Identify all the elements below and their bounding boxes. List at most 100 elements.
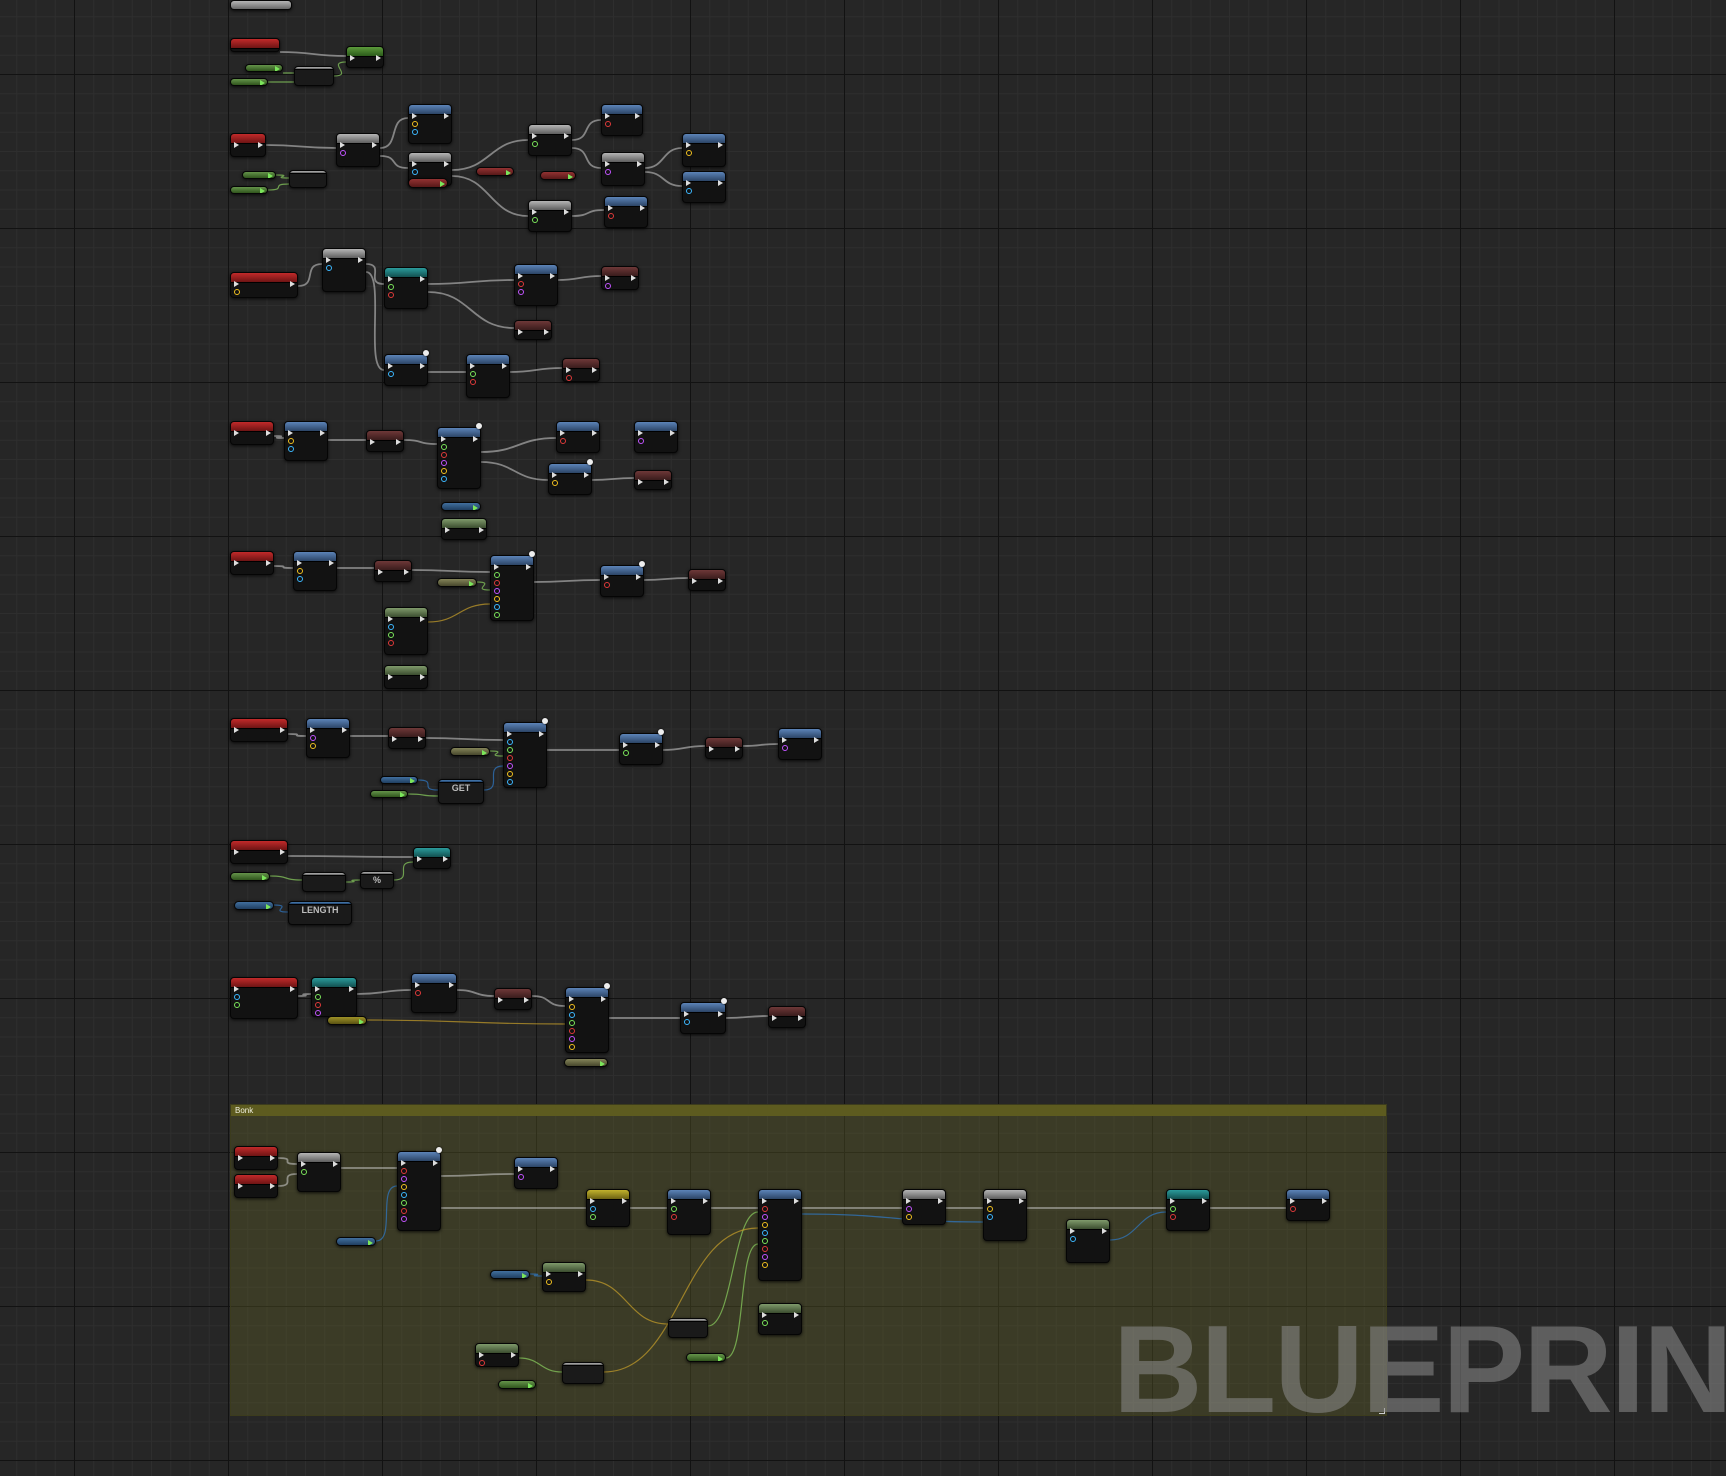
set-variable-node[interactable]: [562, 358, 600, 382]
data-pin-icon[interactable]: [315, 1010, 321, 1016]
data-pin-icon[interactable]: [590, 1206, 596, 1212]
exec-pin-out-icon[interactable]: [511, 1352, 516, 1358]
exec-pin-in-icon[interactable]: [388, 276, 393, 282]
exec-pin-in-icon[interactable]: [470, 363, 475, 369]
exec-pin-in-icon[interactable]: [479, 1352, 484, 1358]
exec-pin-in-icon[interactable]: [350, 55, 355, 61]
exec-pin-out-icon[interactable]: [544, 329, 549, 335]
data-pin-icon[interactable]: [762, 1230, 768, 1236]
exec-pin-out-icon[interactable]: [270, 1183, 275, 1189]
event-node[interactable]: [230, 133, 266, 157]
data-pin-icon[interactable]: [388, 284, 394, 290]
function-node[interactable]: [542, 1262, 586, 1292]
data-pin-icon[interactable]: [441, 476, 447, 482]
function-node[interactable]: [565, 987, 609, 1053]
function-node[interactable]: [778, 728, 822, 760]
data-pin-icon[interactable]: [507, 739, 513, 745]
data-pin-icon[interactable]: [507, 779, 513, 785]
function-node[interactable]: [548, 463, 592, 495]
data-pin-icon[interactable]: [401, 1192, 407, 1198]
function-node[interactable]: [758, 1303, 802, 1335]
node-header[interactable]: [231, 978, 297, 988]
exec-pin-out-icon[interactable]: [358, 257, 363, 263]
output-pin-icon[interactable]: [600, 1060, 605, 1066]
function-node[interactable]: [503, 722, 547, 788]
exec-pin-out-icon[interactable]: [550, 273, 555, 279]
function-node[interactable]: [758, 1189, 802, 1281]
exec-pin-out-icon[interactable]: [473, 436, 478, 442]
data-pin-icon[interactable]: [546, 1279, 552, 1285]
data-pin-icon[interactable]: [1290, 1206, 1296, 1212]
exec-pin-in-icon[interactable]: [392, 736, 397, 742]
data-pin-icon[interactable]: [388, 292, 394, 298]
exec-pin-out-icon[interactable]: [718, 180, 723, 186]
exec-pin-out-icon[interactable]: [420, 616, 425, 622]
output-pin-icon[interactable]: [260, 188, 265, 193]
exec-pin-in-icon[interactable]: [417, 856, 422, 862]
function-node[interactable]: [466, 354, 510, 398]
function-node[interactable]: [619, 733, 663, 765]
exec-pin-in-icon[interactable]: [566, 367, 571, 373]
exec-pin-out-icon[interactable]: [433, 1160, 438, 1166]
function-node[interactable]: [293, 551, 337, 591]
set-variable-node[interactable]: [366, 430, 404, 452]
variable-getter-node[interactable]: [441, 502, 481, 511]
exec-pin-in-icon[interactable]: [494, 564, 499, 570]
output-pin-icon[interactable]: [440, 181, 445, 187]
compact-node[interactable]: GET: [438, 779, 484, 804]
data-pin-icon[interactable]: [684, 1019, 690, 1025]
exec-pin-out-icon[interactable]: [584, 472, 589, 478]
set-variable-node[interactable]: [688, 569, 726, 591]
exec-pin-out-icon[interactable]: [266, 430, 271, 436]
exec-pin-out-icon[interactable]: [444, 113, 449, 119]
output-pin-icon[interactable]: [410, 778, 415, 783]
output-pin-icon[interactable]: [268, 173, 273, 178]
exec-pin-in-icon[interactable]: [518, 1166, 523, 1172]
blueprint-graph-canvas[interactable]: Bonk GET%LENGTH BLUEPRINT: [0, 0, 1726, 1476]
exec-pin-in-icon[interactable]: [1290, 1198, 1295, 1204]
data-pin-icon[interactable]: [762, 1222, 768, 1228]
exec-pin-out-icon[interactable]: [372, 142, 377, 148]
exec-pin-out-icon[interactable]: [636, 574, 641, 580]
variable-getter-node[interactable]: [476, 167, 514, 176]
variable-getter-node[interactable]: [242, 171, 276, 179]
function-node[interactable]: [682, 171, 726, 203]
set-variable-node[interactable]: [494, 988, 532, 1010]
data-pin-icon[interactable]: [987, 1206, 993, 1212]
exec-pin-out-icon[interactable]: [718, 578, 723, 584]
function-node[interactable]: [528, 124, 572, 156]
function-node[interactable]: [322, 248, 366, 292]
function-node[interactable]: [682, 133, 726, 167]
data-pin-icon[interactable]: [412, 169, 418, 175]
data-pin-icon[interactable]: [234, 1002, 240, 1008]
compact-node[interactable]: [289, 170, 327, 188]
function-node[interactable]: [634, 421, 678, 453]
exec-pin-out-icon[interactable]: [524, 997, 529, 1003]
set-variable-node[interactable]: [388, 727, 426, 749]
exec-pin-out-icon[interactable]: [349, 986, 354, 992]
data-pin-icon[interactable]: [441, 444, 447, 450]
exec-pin-out-icon[interactable]: [396, 439, 401, 445]
output-pin-icon[interactable]: [266, 903, 271, 909]
function-node[interactable]: [384, 665, 428, 689]
set-variable-node[interactable]: [634, 470, 672, 490]
variable-getter-node[interactable]: [230, 872, 270, 881]
data-pin-icon[interactable]: [762, 1214, 768, 1220]
function-node[interactable]: [601, 152, 645, 186]
data-pin-icon[interactable]: [532, 217, 538, 223]
variable-getter-node[interactable]: [230, 78, 268, 86]
event-node[interactable]: [234, 1174, 278, 1198]
variable-getter-node[interactable]: [540, 171, 576, 180]
data-pin-icon[interactable]: [415, 990, 421, 996]
exec-pin-in-icon[interactable]: [297, 560, 302, 566]
exec-pin-in-icon[interactable]: [762, 1198, 767, 1204]
variable-getter-node[interactable]: [450, 747, 490, 756]
variable-getter-node[interactable]: [234, 901, 274, 910]
compact-node[interactable]: [562, 1362, 604, 1384]
function-node[interactable]: [556, 421, 600, 453]
event-node[interactable]: [230, 551, 274, 575]
exec-pin-in-icon[interactable]: [638, 479, 643, 485]
data-pin-icon[interactable]: [234, 994, 240, 1000]
exec-pin-out-icon[interactable]: [270, 1155, 275, 1161]
data-pin-icon[interactable]: [560, 438, 566, 444]
